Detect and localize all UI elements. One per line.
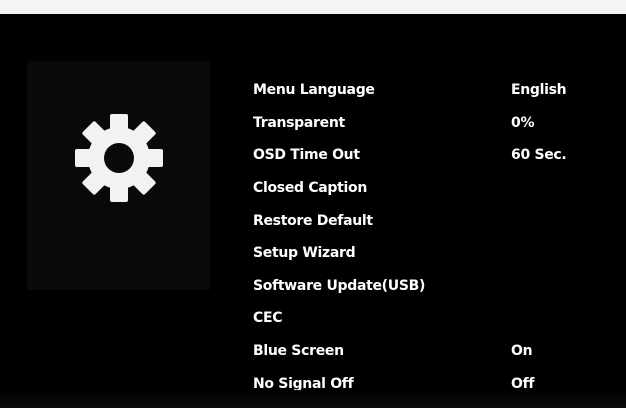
settings-menu: Menu Language English Transparent 0% OSD… (253, 74, 593, 400)
menu-item-transparent[interactable]: Transparent 0% (253, 107, 593, 140)
menu-item-value: On (511, 343, 533, 360)
menu-item-label: Restore Default (253, 212, 373, 229)
menu-item-label: Closed Caption (253, 180, 368, 197)
menu-item-cec[interactable]: CEC (253, 302, 593, 335)
menu-item-osd-time-out[interactable]: OSD Time Out 60 Sec. (253, 139, 593, 172)
menu-item-restore-default[interactable]: Restore Default (253, 204, 593, 237)
osd-screen: Menu Language English Transparent 0% OSD… (0, 0, 626, 408)
gear-icon (74, 113, 163, 202)
menu-item-software-update[interactable]: Software Update(USB) (253, 270, 593, 303)
menu-item-label: Setup Wizard (253, 245, 356, 262)
menu-item-blue-screen[interactable]: Blue Screen On (253, 335, 593, 368)
menu-item-label: OSD Time Out (253, 147, 360, 164)
menu-item-menu-language[interactable]: Menu Language English (253, 74, 593, 107)
menu-item-closed-caption[interactable]: Closed Caption (253, 172, 593, 205)
settings-icon-panel (27, 61, 210, 290)
menu-item-label: CEC (253, 310, 283, 327)
menu-item-value: 60 Sec. (511, 147, 567, 164)
menu-item-value: English (511, 82, 567, 99)
menu-item-label: Software Update(USB) (253, 277, 426, 294)
menu-item-no-signal-off[interactable]: No Signal Off Off (253, 367, 593, 400)
menu-item-value: Off (511, 375, 535, 392)
menu-item-label: Menu Language (253, 82, 375, 99)
menu-item-setup-wizard[interactable]: Setup Wizard (253, 237, 593, 270)
menu-item-label: No Signal Off (253, 375, 354, 392)
menu-item-label: Blue Screen (253, 343, 344, 360)
menu-item-label: Transparent (253, 114, 345, 131)
menu-item-value: 0% (511, 114, 535, 131)
